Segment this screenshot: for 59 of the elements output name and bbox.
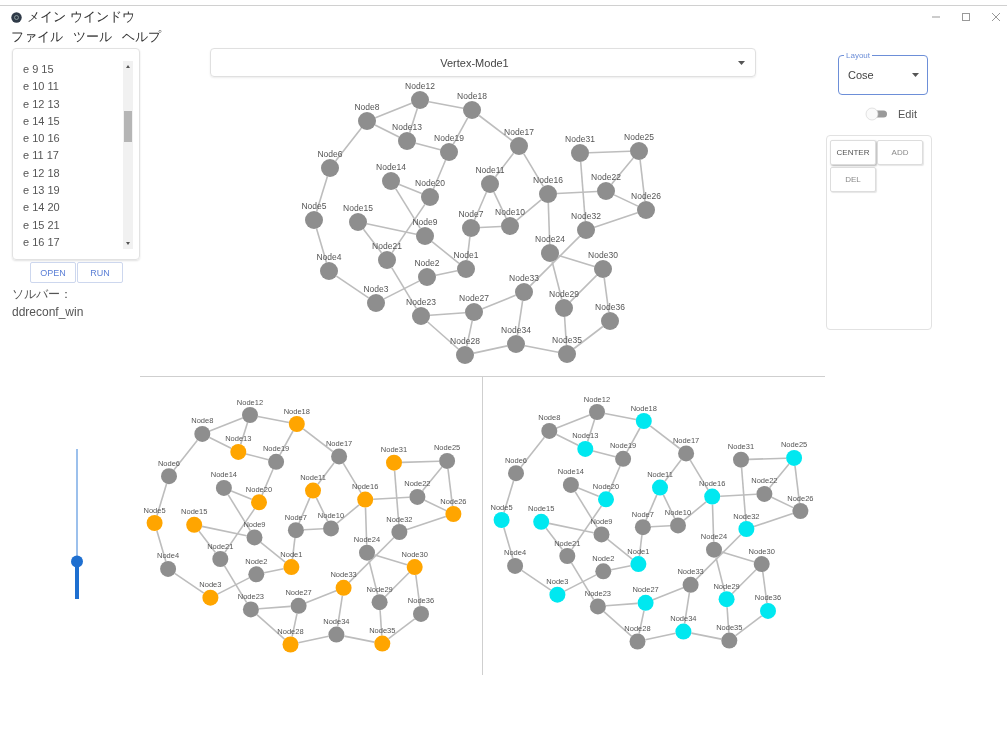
node-label: Node16 [533, 174, 563, 185]
mode-select[interactable]: Vertex-Mode1 [210, 48, 756, 77]
node-label: Node2 [414, 257, 440, 268]
node-label: Node32 [571, 210, 601, 221]
node-label: Node3 [363, 283, 389, 294]
node-label: Node7 [458, 208, 484, 219]
node-label: Node10 [495, 206, 525, 217]
node-label: Node27 [459, 292, 489, 303]
window-title: メイン ウインドウ [27, 8, 136, 26]
edit-label: Edit [898, 108, 917, 120]
node-label: Node29 [549, 288, 579, 299]
node-label: Node1 [453, 249, 479, 260]
menu-item[interactable]: ヘルプ [122, 27, 161, 46]
node-label: Node15 [343, 202, 373, 213]
node-label: Node28 [450, 335, 480, 346]
node-label: Node18 [457, 90, 487, 101]
node-label: Node36 [595, 301, 625, 312]
list-item[interactable]: e 12 18 [23, 164, 119, 183]
list-item[interactable]: e 9 15 [23, 61, 119, 79]
menu-item[interactable]: ファイル [11, 27, 63, 46]
node-label: Node20 [415, 177, 445, 188]
node-label: Node22 [591, 171, 621, 182]
node-label: Node8 [354, 101, 380, 112]
node-label: Node11 [475, 164, 505, 175]
node-label: Node17 [504, 126, 534, 137]
list-item[interactable]: e 12 13 [23, 95, 119, 113]
file-button[interactable]: OPEN [30, 262, 76, 283]
solver-value: ddreconf_win [12, 304, 85, 321]
node-label: Node33 [509, 272, 539, 283]
list-item[interactable]: e 15 21 [23, 216, 119, 234]
list-item[interactable]: e 10 11 [23, 78, 119, 96]
node-label: Node26 [631, 190, 661, 201]
node-label: Node14 [376, 161, 406, 172]
list-item[interactable]: e 10 16 [23, 130, 119, 148]
list-item[interactable]: e 11 17 [23, 147, 119, 165]
node-label: Node23 [406, 296, 436, 307]
file-button[interactable]: RUN [77, 262, 123, 283]
layout-select[interactable]: Layout Cose [838, 51, 928, 95]
node-label: Node21 [372, 240, 402, 251]
menu-item[interactable]: ツール [73, 27, 112, 46]
node-label: Node30 [588, 249, 618, 260]
node-label: Node4 [316, 251, 342, 262]
node-label: Node13 [392, 121, 422, 132]
solver-label: ソルバー： [12, 286, 73, 303]
node-label: Node19 [434, 132, 464, 143]
node-label: Node25 [624, 131, 654, 142]
node-label: Node5 [301, 200, 327, 211]
node-label: Node6 [317, 148, 343, 159]
list-item[interactable]: e 13 19 [23, 182, 119, 200]
node-label: Node9 [412, 216, 438, 227]
node-label: Node31 [565, 133, 595, 144]
node-label: Node12 [405, 80, 435, 91]
list-item[interactable]: e 14 20 [23, 199, 119, 217]
list-item[interactable]: e 16 17 [23, 233, 119, 252]
node-label: Node35 [552, 334, 582, 345]
tool-button[interactable]: CENTER [830, 140, 876, 165]
node-label: Node24 [535, 233, 565, 244]
node-label: Node34 [501, 324, 531, 335]
list-item[interactable]: e 14 15 [23, 112, 119, 131]
